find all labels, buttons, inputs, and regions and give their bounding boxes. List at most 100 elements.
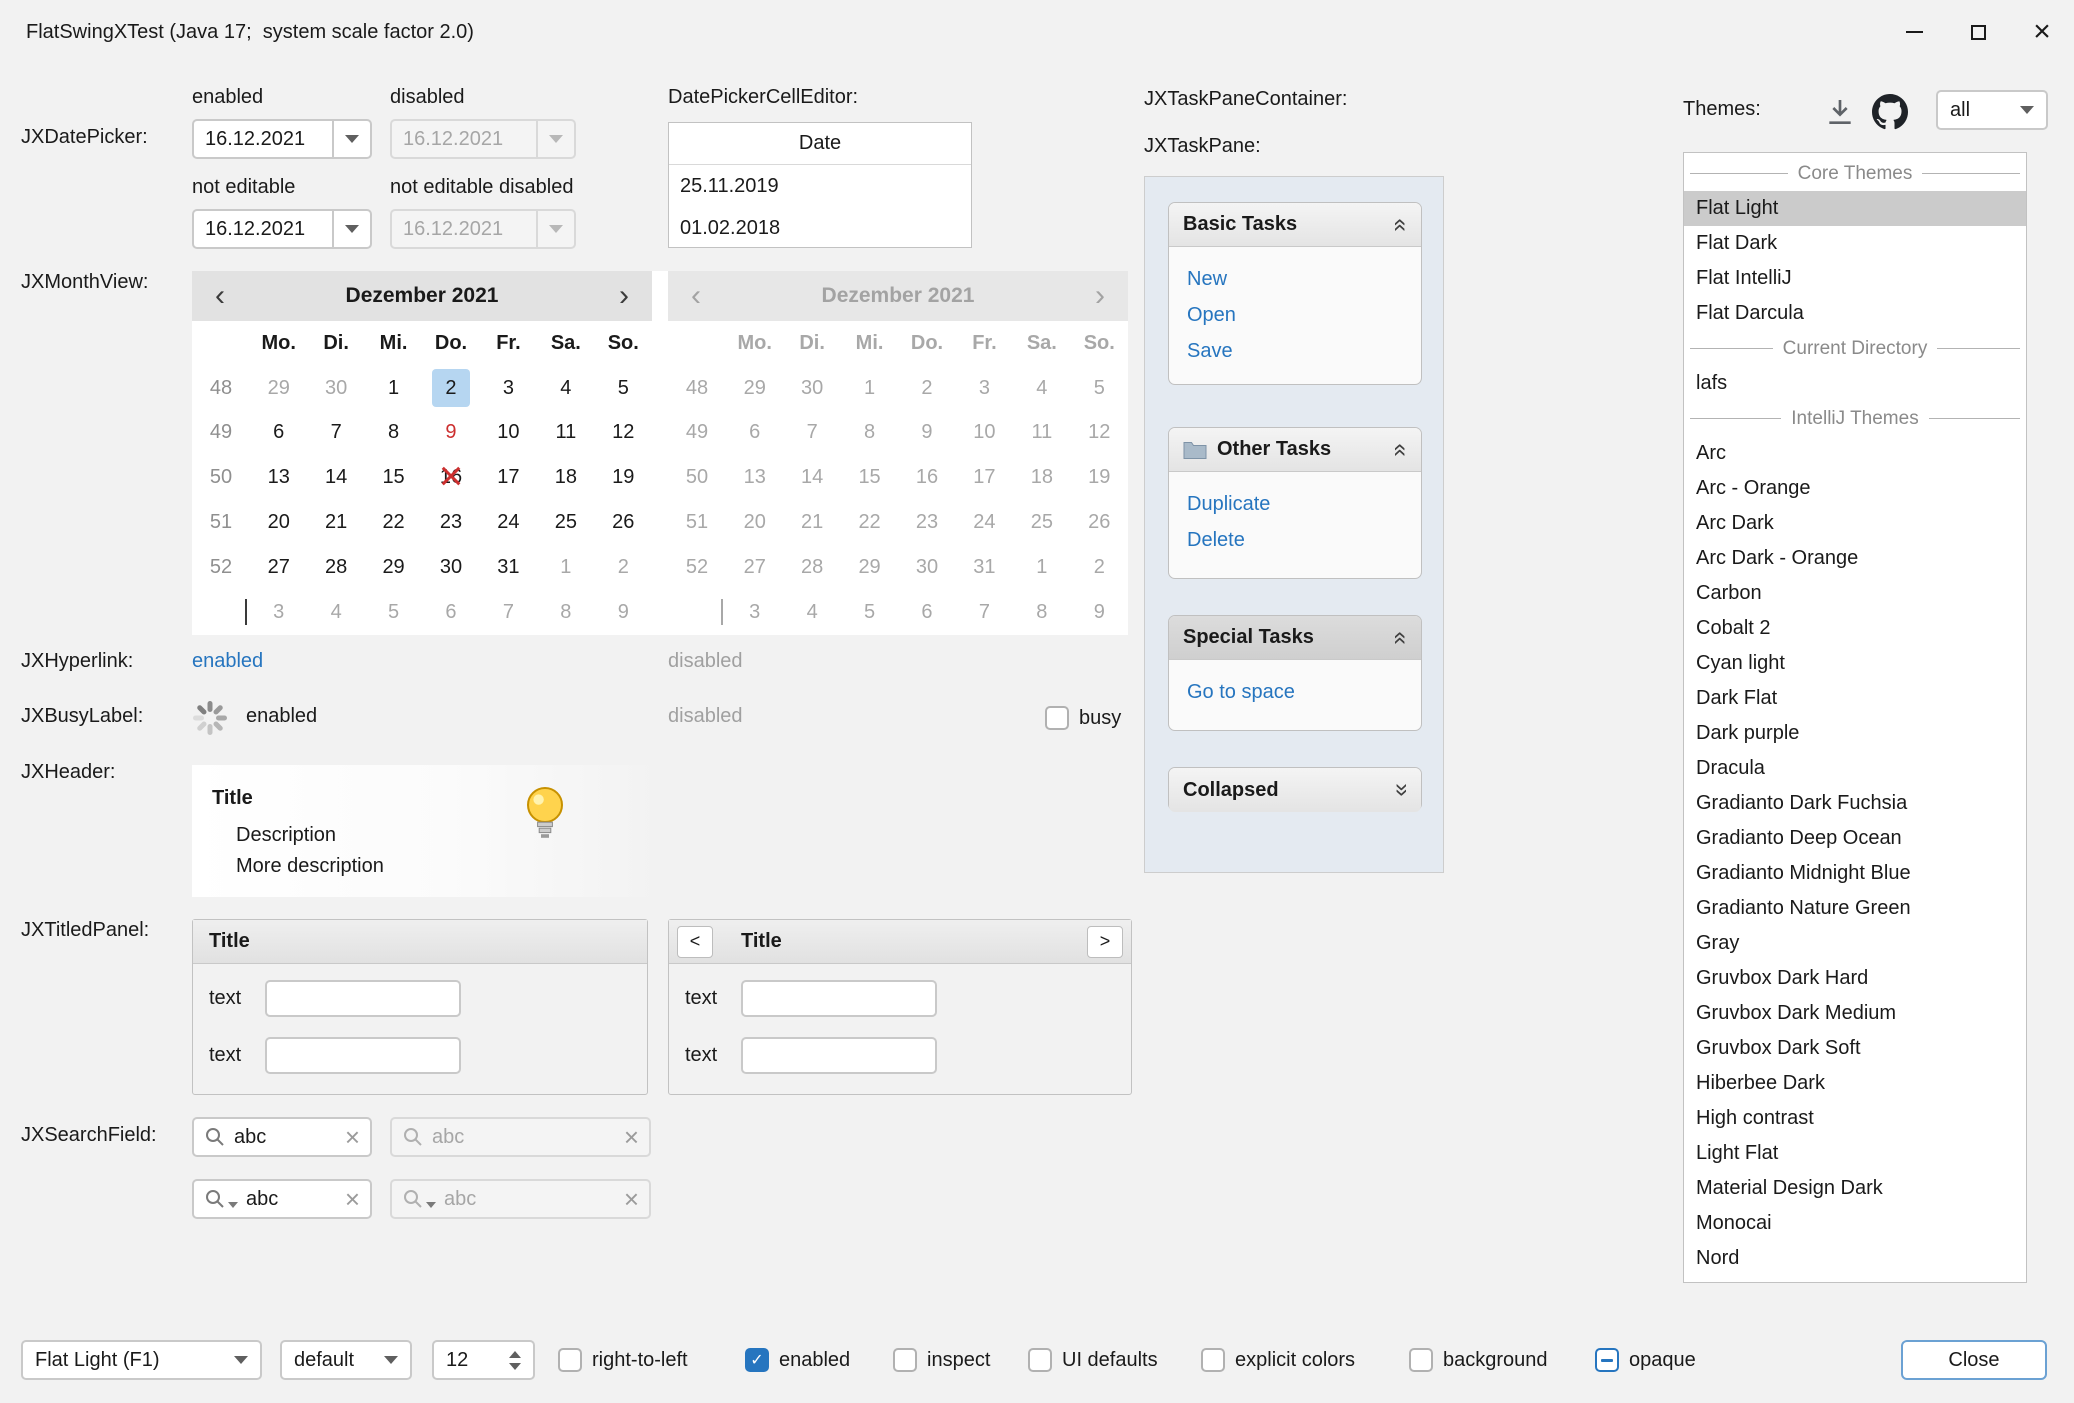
calendar-day-cell[interactable]: 30	[422, 545, 479, 590]
checkbox-enabled[interactable]: ✓	[745, 1348, 769, 1372]
hyperlink-enabled[interactable]: enabled	[192, 650, 263, 673]
task-link[interactable]: New	[1187, 261, 1403, 297]
close-button[interactable]: Close	[1901, 1340, 2047, 1380]
theme-list-item[interactable]: Gray	[1684, 926, 2026, 961]
theme-list-item[interactable]: Arc Dark	[1684, 506, 2026, 541]
calendar-day-cell[interactable]: 3	[480, 366, 537, 411]
theme-list-item[interactable]: Carbon	[1684, 576, 2026, 611]
calendar-day-cell[interactable]: 20	[250, 500, 307, 545]
calendar-day-cell[interactable]: 8	[537, 590, 594, 635]
taskpane-title-bar[interactable]: Other Tasks«	[1169, 428, 1421, 472]
minimize-button[interactable]	[1882, 0, 1946, 64]
task-link[interactable]: Save	[1187, 333, 1403, 369]
theme-list-item[interactable]: Flat Darcula	[1684, 296, 2026, 331]
search-input[interactable]: abc	[246, 1188, 337, 1211]
theme-list-item[interactable]: Arc - Orange	[1684, 471, 2026, 506]
calendar-day-cell[interactable]: 13	[250, 455, 307, 500]
calendar-day-cell[interactable]: 21	[307, 500, 364, 545]
theme-list-item[interactable]: Gruvbox Dark Soft	[1684, 1031, 2026, 1066]
datepicker-dropdown-button[interactable]	[332, 211, 370, 247]
calendar-day-cell[interactable]: 9	[422, 411, 479, 456]
checkbox-right-to-left[interactable]	[558, 1348, 582, 1372]
text-input[interactable]	[741, 1037, 937, 1074]
taskpane-title-bar[interactable]: Basic Tasks«	[1169, 203, 1421, 247]
theme-list-item[interactable]: Arc Dark - Orange	[1684, 541, 2026, 576]
titled-panel-right-button[interactable]: >	[1087, 926, 1123, 958]
themes-filter-combobox[interactable]: all	[1936, 90, 2048, 130]
calendar-day-cell[interactable]: 26	[595, 500, 652, 545]
calendar-day-cell[interactable]: 29	[365, 545, 422, 590]
calendar-day-cell[interactable]: 17	[480, 455, 537, 500]
calendar-day-cell[interactable]: 14	[307, 455, 364, 500]
theme-list-item[interactable]: High contrast	[1684, 1101, 2026, 1136]
calendar-day-cell[interactable]: 19	[595, 455, 652, 500]
theme-list-item[interactable]: Monocai	[1684, 1206, 2026, 1241]
checkbox-busy[interactable]	[1045, 706, 1069, 730]
text-input[interactable]	[741, 980, 937, 1017]
checkbox-background[interactable]	[1409, 1348, 1433, 1372]
calendar-day-cell[interactable]: 12	[595, 411, 652, 456]
checkbox-ui-defaults[interactable]	[1028, 1348, 1052, 1372]
theme-list-item[interactable]: Arc	[1684, 436, 2026, 471]
theme-list-item[interactable]: Flat IntelliJ	[1684, 261, 2026, 296]
calendar-day-cell[interactable]: 22	[365, 500, 422, 545]
theme-list-item[interactable]: Gradianto Dark Fuchsia	[1684, 786, 2026, 821]
theme-list-item[interactable]: Dracula	[1684, 751, 2026, 786]
checkbox-explicit-colors[interactable]	[1201, 1348, 1225, 1372]
calendar-day-cell[interactable]: 23	[422, 500, 479, 545]
previous-month-icon[interactable]: ‹	[192, 281, 248, 311]
table-row[interactable]: 01.02.2018	[669, 207, 971, 249]
clear-search-icon[interactable]: ×	[345, 1186, 360, 1212]
calendar-day-cell[interactable]: 2	[595, 545, 652, 590]
next-month-icon[interactable]: ›	[596, 281, 652, 311]
calendar-day-cell[interactable]: 8	[365, 411, 422, 456]
download-themes-icon[interactable]	[1824, 96, 1856, 128]
theme-list-item[interactable]: Cobalt 2	[1684, 611, 2026, 646]
theme-list-item[interactable]: Gradianto Midnight Blue	[1684, 856, 2026, 891]
theme-list-item[interactable]: Flat Light	[1684, 191, 2026, 226]
checkbox-opaque[interactable]	[1595, 1348, 1619, 1372]
calendar-day-cell[interactable]: 4	[307, 590, 364, 635]
calendar-day-cell[interactable]: 30	[307, 366, 364, 411]
theme-list-item[interactable]: Nord	[1684, 1241, 2026, 1276]
theme-list-item[interactable]: Gradianto Deep Ocean	[1684, 821, 2026, 856]
theme-list-item[interactable]: lafs	[1684, 366, 2026, 401]
theme-list-item[interactable]: Dark purple	[1684, 716, 2026, 751]
text-input[interactable]	[265, 1037, 461, 1074]
titled-panel-left-button[interactable]: <	[677, 926, 713, 958]
calendar-day-cell[interactable]: 9	[595, 590, 652, 635]
search-field-with-menu[interactable]: abc ×	[192, 1179, 372, 1219]
calendar-day-cell[interactable]: 10	[480, 411, 537, 456]
theme-list-item[interactable]: Cyan light	[1684, 646, 2026, 681]
calendar-day-cell[interactable]: 2	[422, 366, 479, 411]
clear-search-icon[interactable]: ×	[345, 1124, 360, 1150]
search-input[interactable]: abc	[234, 1126, 337, 1149]
calendar-day-cell[interactable]: 7	[480, 590, 537, 635]
calendar-day-cell[interactable]: 11	[537, 411, 594, 456]
theme-list-item[interactable]: Dark Flat	[1684, 681, 2026, 716]
close-window-button[interactable]: ×	[2010, 0, 2074, 64]
calendar-day-cell[interactable]: 1	[537, 545, 594, 590]
calendar-day-cell[interactable]: 7	[307, 411, 364, 456]
theme-list-item[interactable]: Hiberbee Dark	[1684, 1066, 2026, 1101]
taskpane-title-bar[interactable]: Special Tasks«	[1169, 616, 1421, 660]
maximize-button[interactable]	[1946, 0, 2010, 64]
theme-list-item[interactable]: Gruvbox Dark Medium	[1684, 996, 2026, 1031]
calendar-day-cell[interactable]: 25	[537, 500, 594, 545]
calendar-day-cell[interactable]: 28	[307, 545, 364, 590]
task-link[interactable]: Duplicate	[1187, 486, 1403, 522]
theme-list-item[interactable]: Gradianto Nature Green	[1684, 891, 2026, 926]
task-link[interactable]: Go to space	[1187, 674, 1403, 710]
task-link[interactable]: Delete	[1187, 522, 1403, 558]
theme-list-item[interactable]: Gruvbox Dark Hard	[1684, 961, 2026, 996]
text-input[interactable]	[265, 980, 461, 1017]
calendar-day-cell[interactable]: 27	[250, 545, 307, 590]
calendar-day-cell[interactable]: 24	[480, 500, 537, 545]
calendar-day-cell[interactable]: 5	[365, 590, 422, 635]
datepicker-dropdown-button[interactable]	[332, 121, 370, 157]
calendar-day-cell[interactable]: 3	[250, 590, 307, 635]
theme-list-item[interactable]: Material Design Dark	[1684, 1171, 2026, 1206]
datepicker-enabled[interactable]: 16.12.2021	[192, 119, 372, 159]
calendar-day-cell[interactable]: 5	[595, 366, 652, 411]
datepicker-not-editable[interactable]: 16.12.2021	[192, 209, 372, 249]
